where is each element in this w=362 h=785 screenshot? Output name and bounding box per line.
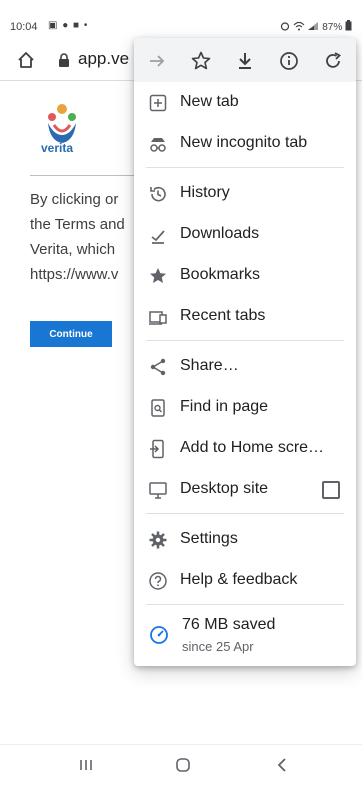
- recent-apps-icon[interactable]: [76, 755, 96, 775]
- menu-item-label: Settings: [180, 530, 238, 547]
- download-icon[interactable]: [234, 50, 256, 72]
- menu-item-label: History: [180, 184, 230, 201]
- menu-item-label: Share…: [180, 357, 239, 374]
- bookmarks-icon: [150, 268, 166, 283]
- menu-item-add-to-home-screen[interactable]: Add to Home scre…: [134, 428, 356, 469]
- add-to-home-icon: [150, 439, 164, 459]
- desktop-site-icon: [149, 482, 167, 499]
- notification-icons: ▣ ● ■ •: [48, 20, 89, 31]
- data-saved-since: since 25 Apr: [182, 639, 254, 654]
- data-saver-icon: [150, 626, 168, 644]
- battery-icon: [345, 20, 352, 31]
- menu-item-label: New incognito tab: [180, 134, 308, 151]
- settings-icon: [149, 531, 167, 549]
- menu-item-new-tab[interactable]: New tab: [134, 82, 356, 123]
- menu-item-label: Add to Home scre…: [180, 439, 325, 456]
- terms-text: By clicking or the Terms and Verita, whi…: [30, 187, 150, 287]
- menu-divider: [146, 167, 344, 168]
- bookmark-star-icon[interactable]: [190, 50, 212, 72]
- forward-icon[interactable]: [146, 50, 168, 72]
- menu-item-downloads[interactable]: Downloads: [134, 214, 356, 255]
- new-tab-icon: [149, 94, 167, 112]
- terms-line: By clicking or: [30, 191, 119, 208]
- status-time: 10:04: [10, 21, 38, 33]
- menu-divider: [146, 604, 344, 605]
- menu-item-share[interactable]: Share…: [134, 346, 356, 387]
- overflow-menu: New tab New incognito tab History Downlo…: [134, 38, 356, 666]
- desktop-site-checkbox[interactable]: [322, 481, 340, 499]
- menu-item-bookmarks[interactable]: Bookmarks: [134, 255, 356, 296]
- menu-item-data-saver[interactable]: 76 MB saved since 25 Apr: [134, 608, 356, 662]
- menu-item-label: Desktop site: [180, 480, 269, 497]
- terms-line[interactable]: https://www.v: [30, 262, 150, 287]
- menu-item-label: Bookmarks: [180, 266, 261, 283]
- menu-item-history[interactable]: History: [134, 173, 356, 214]
- menu-item-desktop-site[interactable]: Desktop site: [134, 469, 356, 510]
- menu-item-label: New tab: [180, 93, 239, 110]
- terms-line: Verita, which: [30, 241, 116, 258]
- refresh-icon[interactable]: [322, 50, 344, 72]
- menu-item-recent-tabs[interactable]: Recent tabs: [134, 296, 356, 337]
- signal-icon: [308, 22, 319, 30]
- menu-divider: [146, 513, 344, 514]
- home-icon[interactable]: [16, 50, 36, 70]
- menu-divider: [146, 340, 344, 341]
- logo-text: verita: [41, 141, 74, 155]
- find-in-page-icon: [151, 399, 165, 417]
- help-icon: [149, 572, 167, 590]
- menu-item-label: Recent tabs: [180, 307, 266, 324]
- history-icon: [150, 186, 166, 202]
- lock-icon[interactable]: [58, 53, 70, 67]
- menu-item-new-incognito-tab[interactable]: New incognito tab: [134, 123, 356, 164]
- menu-item-label: Help & feedback: [180, 571, 298, 588]
- battery-percent: 87%: [322, 22, 343, 33]
- alarm-icon: [280, 22, 289, 31]
- continue-button[interactable]: Continue: [30, 321, 112, 347]
- divider: [30, 175, 142, 176]
- menu-item-help-feedback[interactable]: Help & feedback: [134, 560, 356, 601]
- share-icon: [150, 358, 166, 376]
- system-nav-bar: [0, 744, 362, 785]
- menu-item-settings[interactable]: Settings: [134, 519, 356, 560]
- home-nav-icon[interactable]: [173, 755, 193, 775]
- wifi-icon: [293, 21, 305, 31]
- incognito-icon: [150, 138, 166, 152]
- menu-item-find-in-page[interactable]: Find in page: [134, 387, 356, 428]
- back-icon[interactable]: [272, 755, 292, 775]
- downloads-icon: [151, 230, 165, 244]
- status-right: 87%: [280, 20, 352, 33]
- data-saved-amount: 76 MB saved: [182, 616, 276, 633]
- recent-tabs-icon: [149, 311, 167, 325]
- address-bar[interactable]: app.ve: [78, 49, 129, 69]
- terms-line: the Terms and: [30, 216, 125, 233]
- status-bar: 10:04 ▣ ● ■ • 87%: [0, 0, 362, 40]
- menu-action-bar: [134, 38, 356, 82]
- page-info-icon[interactable]: [278, 50, 300, 72]
- menu-item-label: Downloads: [180, 225, 260, 242]
- menu-item-label: Find in page: [180, 398, 269, 415]
